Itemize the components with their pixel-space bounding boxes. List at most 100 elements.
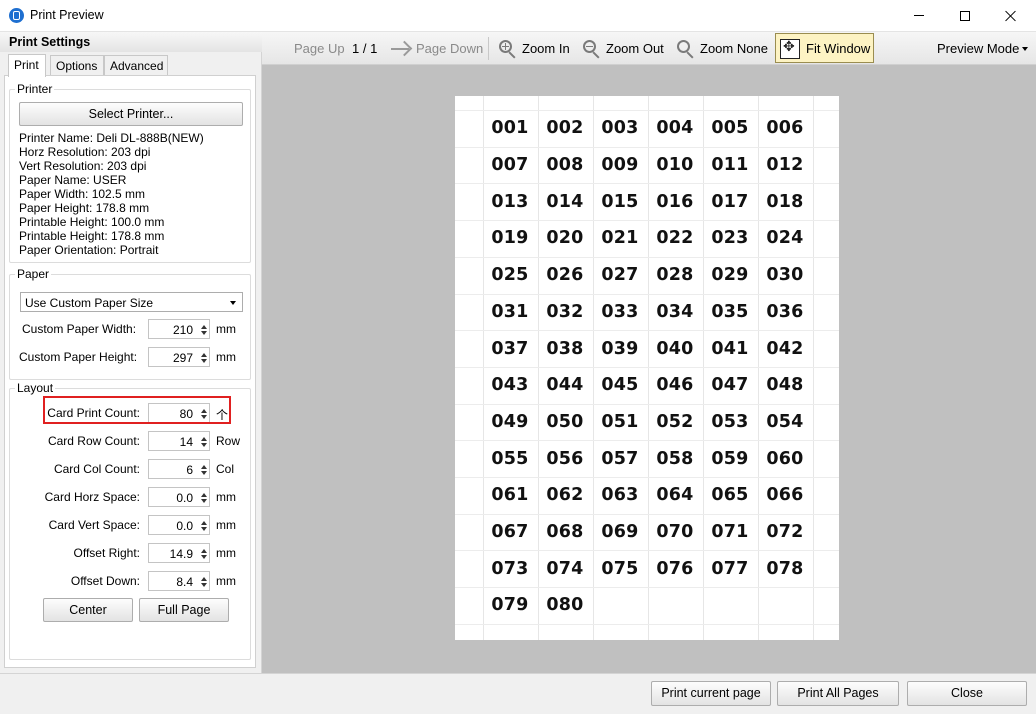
select-printer-button[interactable]: Select Printer... bbox=[19, 102, 243, 126]
spin-up-icon[interactable] bbox=[201, 521, 207, 525]
card-label: 077 bbox=[711, 558, 749, 579]
card-label: 080 bbox=[546, 595, 584, 616]
page-up-button[interactable]: Page Up bbox=[268, 32, 345, 89]
spin-up-icon[interactable] bbox=[201, 465, 207, 469]
card-label: 075 bbox=[601, 558, 639, 579]
zoom-in-icon bbox=[498, 39, 518, 59]
card-label: 074 bbox=[546, 558, 584, 579]
card-label: 027 bbox=[601, 265, 639, 286]
spin-down-icon[interactable] bbox=[201, 331, 207, 335]
fit-window-label: Fit Window bbox=[806, 41, 871, 56]
spin-up-icon[interactable] bbox=[201, 353, 207, 357]
offset-down-spinner[interactable]: 8.4 bbox=[148, 571, 210, 591]
paper-group: Paper Use Custom Paper Size Custom Paper… bbox=[9, 267, 251, 380]
paper-size-select[interactable]: Use Custom Paper Size bbox=[20, 292, 243, 312]
card-label: 036 bbox=[766, 301, 804, 322]
card-label: 041 bbox=[711, 338, 749, 359]
card-label: 038 bbox=[546, 338, 584, 359]
card-label: 003 bbox=[601, 118, 639, 139]
spin-down-icon[interactable] bbox=[201, 359, 207, 363]
spin-down-icon[interactable] bbox=[201, 583, 207, 587]
spin-up-icon[interactable] bbox=[201, 577, 207, 581]
printer-info-paper-height: Paper Height: 178.8 mm bbox=[19, 201, 150, 215]
maximize-button[interactable] bbox=[942, 0, 988, 31]
spin-up-icon[interactable] bbox=[201, 325, 207, 329]
spin-up-icon[interactable] bbox=[201, 549, 207, 553]
custom-paper-width-unit: mm bbox=[216, 322, 236, 336]
custom-paper-height-spinner[interactable]: 297 bbox=[148, 347, 210, 367]
maximize-icon bbox=[960, 10, 970, 21]
tab-print[interactable]: Print bbox=[8, 54, 46, 77]
card-label: 009 bbox=[601, 155, 639, 176]
printer-info-printable-height-2: Printable Height: 178.8 mm bbox=[19, 229, 165, 243]
toolbar-divider bbox=[488, 37, 489, 60]
grid-line bbox=[455, 623, 839, 625]
spin-down-icon[interactable] bbox=[201, 471, 207, 475]
card-label: 063 bbox=[601, 485, 639, 506]
zoom-out-label: Zoom Out bbox=[606, 41, 664, 56]
card-col-count-spinner[interactable]: 6 bbox=[148, 459, 210, 479]
card-label: 064 bbox=[656, 485, 694, 506]
card-vert-space-spinner[interactable]: 0.0 bbox=[148, 515, 210, 535]
card-horz-space-spinner[interactable]: 0.0 bbox=[148, 487, 210, 507]
spin-up-icon[interactable] bbox=[201, 493, 207, 497]
card-label: 052 bbox=[656, 411, 694, 432]
paper-size-value: Use Custom Paper Size bbox=[25, 296, 154, 310]
card-row-count-unit: Row bbox=[216, 434, 241, 448]
title-bar: Print Preview bbox=[0, 0, 1036, 32]
spin-up-icon[interactable] bbox=[201, 437, 207, 441]
page-down-button[interactable]: Page Down bbox=[390, 32, 483, 65]
card-row-count-spinner[interactable]: 14 bbox=[148, 431, 210, 451]
full-page-button[interactable]: Full Page bbox=[139, 598, 229, 622]
printer-group-label: Printer bbox=[15, 82, 55, 96]
card-label: 015 bbox=[601, 191, 639, 212]
page-down-label: Page Down bbox=[416, 41, 484, 56]
printer-info-orientation: Paper Orientation: Portrait bbox=[19, 243, 159, 257]
center-button[interactable]: Center bbox=[43, 598, 133, 622]
spin-down-icon[interactable] bbox=[201, 527, 207, 531]
page-indicator: 1 / 1 bbox=[352, 41, 378, 56]
card-label: 018 bbox=[766, 191, 804, 212]
card-label: 021 bbox=[601, 228, 639, 249]
card-label: 051 bbox=[601, 411, 639, 432]
offset-right-spinner[interactable]: 14.9 bbox=[148, 543, 210, 563]
close-button[interactable]: Close bbox=[907, 681, 1027, 706]
spin-down-icon[interactable] bbox=[201, 499, 207, 503]
card-label: 071 bbox=[711, 522, 749, 543]
print-all-pages-button[interactable]: Print All Pages bbox=[777, 681, 899, 706]
printer-info-horz-res: Horz Resolution: 203 dpi bbox=[19, 145, 151, 159]
tab-options[interactable]: Options bbox=[50, 55, 104, 76]
zoom-in-button[interactable]: Zoom In bbox=[498, 32, 570, 65]
spin-down-icon[interactable] bbox=[201, 555, 207, 559]
card-col-count-value: 6 bbox=[186, 463, 193, 477]
card-label: 073 bbox=[491, 558, 529, 579]
custom-paper-width-spinner[interactable]: 210 bbox=[148, 319, 210, 339]
tab-advanced[interactable]: Advanced bbox=[104, 55, 168, 76]
custom-paper-height-label: Custom Paper Height: bbox=[19, 350, 138, 364]
preview-toolbar: Page Up 1 / 1 Page Down Zoom In Zoom Out… bbox=[262, 32, 1036, 89]
card-row-count-value: 14 bbox=[179, 435, 193, 449]
card-label: 014 bbox=[546, 191, 584, 212]
card-horz-space-unit: mm bbox=[216, 490, 236, 504]
minimize-button[interactable] bbox=[896, 0, 942, 31]
preview-mode-dropdown[interactable]: Preview Mode bbox=[937, 32, 1029, 65]
card-horz-space-label: Card Horz Space: bbox=[44, 490, 140, 504]
print-current-page-button[interactable]: Print current page bbox=[651, 681, 771, 706]
card-col-count-label: Card Col Count: bbox=[53, 462, 140, 476]
fit-window-button[interactable]: Fit Window bbox=[780, 32, 870, 65]
print-settings-panel: Print Settings Print Options Advanced Pr… bbox=[0, 32, 262, 673]
card-label: 076 bbox=[656, 558, 694, 579]
spin-down-icon[interactable] bbox=[201, 443, 207, 447]
zoom-out-button[interactable]: Zoom Out bbox=[582, 32, 664, 65]
custom-paper-height-unit: mm bbox=[216, 350, 236, 364]
card-label: 012 bbox=[766, 155, 804, 176]
preview-area[interactable]: 001 002 003 004 005 006 007 008 009 010 011 012 013 0… bbox=[262, 65, 1036, 673]
card-label: 023 bbox=[711, 228, 749, 249]
zoom-none-button[interactable]: Zoom None bbox=[676, 32, 768, 65]
card-label: 001 bbox=[491, 118, 529, 139]
close-window-button[interactable] bbox=[988, 0, 1034, 31]
card-label: 010 bbox=[656, 155, 694, 176]
card-label: 013 bbox=[491, 191, 529, 212]
card-label: 035 bbox=[711, 301, 749, 322]
card-label: 017 bbox=[711, 191, 749, 212]
